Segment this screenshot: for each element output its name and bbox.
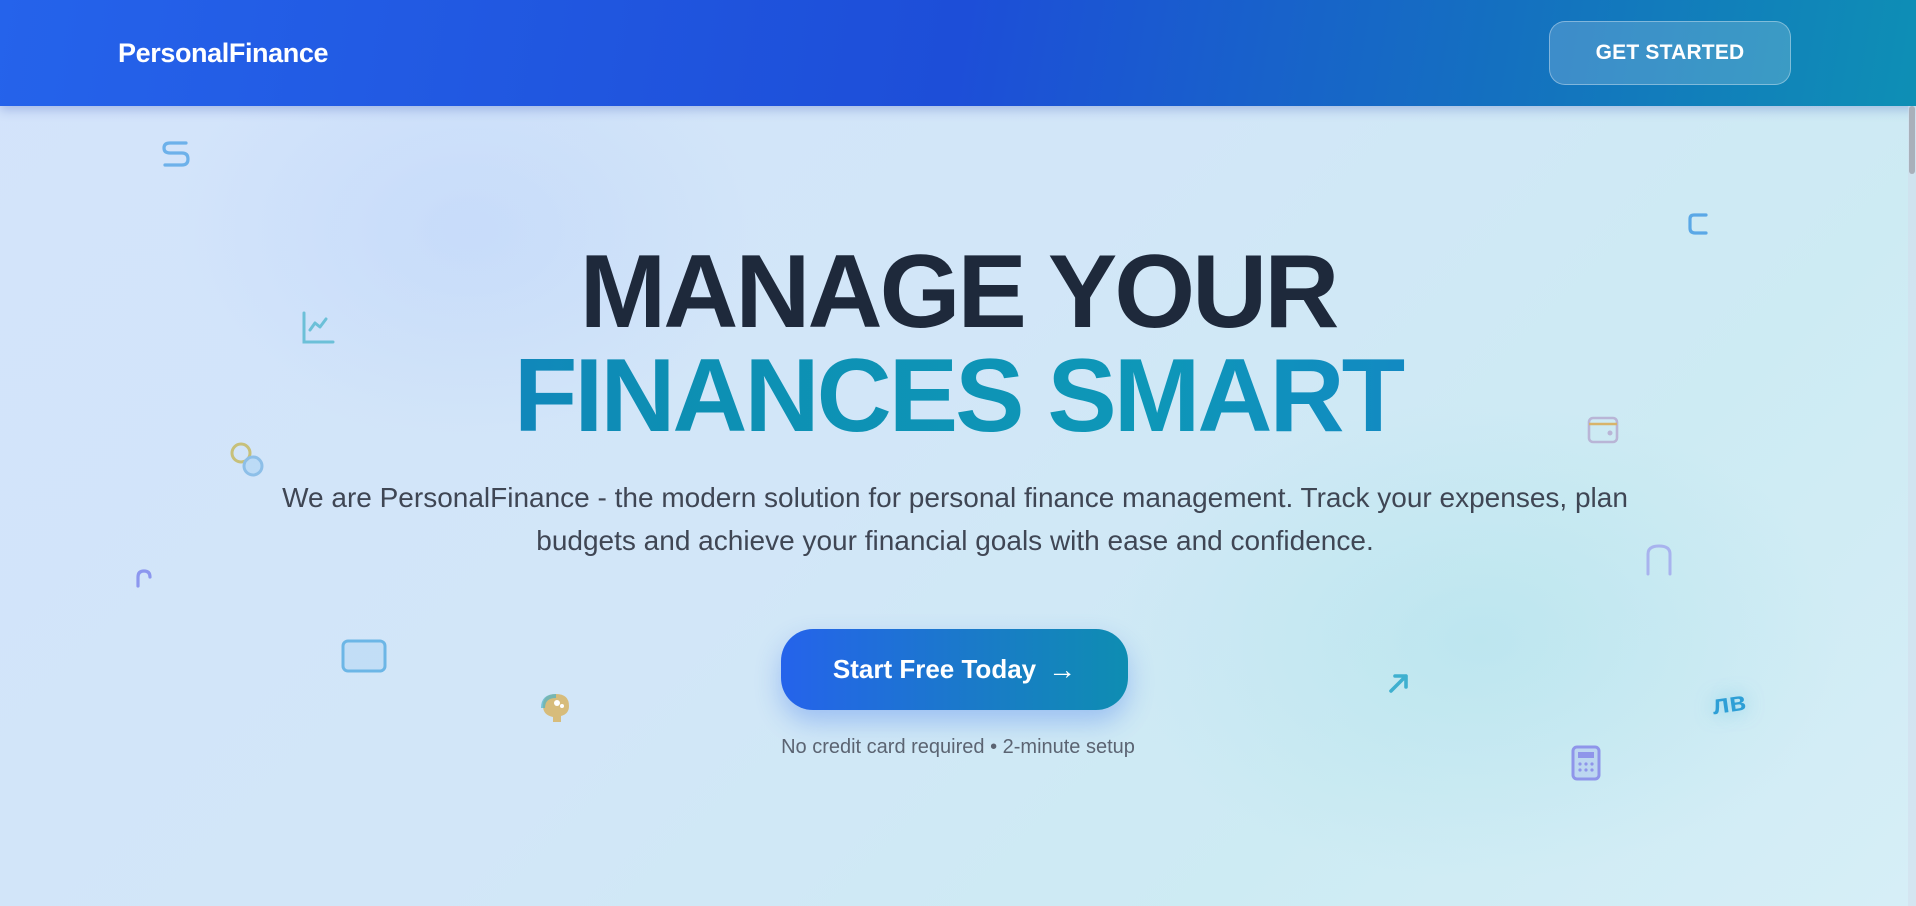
signup-note: No credit card required • 2-minute setup	[781, 736, 1135, 758]
credit-card-icon	[340, 638, 388, 674]
get-started-button[interactable]: GET STARTED	[1549, 21, 1791, 85]
hero-subtitle: We are PersonalFinance - the modern solu…	[282, 482, 1628, 556]
top-navbar: PersonalFinance GET STARTED	[0, 0, 1916, 106]
dollar-sign-icon	[160, 137, 192, 171]
currency-badge-icon: лв	[1710, 685, 1748, 721]
brand-logo[interactable]: PersonalFinance	[118, 38, 328, 69]
arrow-right-icon: →	[1048, 653, 1077, 685]
arrow-up-right-icon	[1386, 670, 1412, 696]
start-free-button[interactable]: Start Free Today →	[781, 629, 1128, 710]
page-scrollbar[interactable]	[1908, 106, 1916, 906]
magnet-icon	[135, 568, 153, 588]
start-free-button-label: Start Free Today	[832, 654, 1037, 684]
hero-title-line1: MANAGE YOUR	[579, 234, 1340, 350]
scrollbar-thumb[interactable]	[1909, 106, 1915, 174]
hero-title-line2: FINANCES SMART	[0, 344, 1916, 448]
euro-sign-icon	[1686, 210, 1710, 238]
piggy-bank-icon	[535, 686, 577, 728]
